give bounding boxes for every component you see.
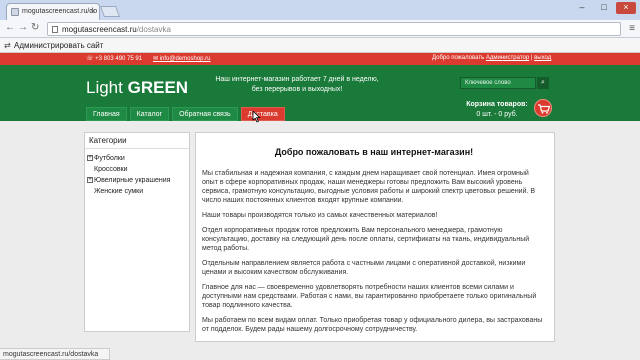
menu-item-home[interactable]: Главная — [86, 107, 127, 121]
admin-bar: ⇄ Администрировать сайт — [0, 38, 640, 53]
expand-icon[interactable]: + — [87, 177, 93, 183]
url-path: /dostavka — [136, 25, 171, 34]
page-favicon-icon — [11, 8, 19, 16]
forward-icon[interactable]: → — [18, 22, 28, 33]
menu-item-feedback[interactable]: Обратная связь — [172, 107, 238, 121]
back-icon[interactable]: ← — [5, 22, 15, 33]
content-paragraph: Наши товары производятся только из самых… — [202, 212, 438, 219]
site-logo[interactable]: Light GREEN — [86, 78, 188, 98]
content-paragraph: Главное для нас — своевременно удовлетво… — [202, 284, 537, 309]
main-content: Добро пожаловать в наш интернет-магазин!… — [195, 132, 555, 342]
expand-icon[interactable]: + — [87, 155, 93, 161]
category-item-jewelry[interactable]: + Ювелирные украшения — [85, 175, 189, 186]
mouse-pointer-icon — [252, 111, 261, 123]
admin-arrow-icon: ⇄ — [4, 41, 11, 50]
new-tab-button[interactable] — [99, 6, 121, 17]
menu-item-delivery[interactable]: Доставка — [240, 107, 285, 121]
tab-title: mogutascreencast.ru/do — [22, 8, 98, 15]
minimize-icon[interactable]: – — [572, 2, 592, 14]
category-item-sneakers[interactable]: Кроссовки — [85, 164, 189, 175]
category-item-tshirts[interactable]: + Футболки — [85, 153, 189, 164]
page-icon — [52, 26, 58, 33]
content-paragraph: Мы стабильная и надежная компания, с каж… — [202, 170, 536, 204]
cart-icon[interactable] — [534, 99, 552, 117]
content-paragraph: Отдел корпоративных продаж готов предлож… — [202, 227, 530, 252]
content-paragraph: Отдельным направлением является работа с… — [202, 260, 526, 276]
address-bar[interactable]: mogutascreencast.ru/dostavka — [47, 22, 621, 36]
cart-info[interactable]: Корзина товаров: 0 шт. - 0 руб. — [463, 100, 531, 120]
maximize-icon[interactable]: □ — [594, 2, 614, 14]
categories-sidebar: Категории + Футболки Кроссовки + Ювелирн… — [84, 132, 190, 332]
category-item-bags[interactable]: Женские сумки — [85, 186, 189, 197]
cart-title: Корзина товаров: — [466, 101, 528, 108]
browser-tab[interactable]: mogutascreencast.ru/do × — [6, 3, 100, 20]
content-paragraph: Мы работаем по всем видам оплат. Только … — [202, 317, 543, 333]
reload-icon[interactable]: ↻ — [31, 22, 39, 33]
admin-link[interactable]: Администрировать сайт — [14, 41, 103, 50]
status-bar: mogutascreencast.ru/dostavka — [0, 348, 110, 360]
tagline: Наш интернет-магазин работает 7 дней в н… — [215, 76, 379, 93]
window-controls: – □ × — [572, 2, 636, 14]
window-close-icon[interactable]: × — [616, 2, 636, 14]
email-link[interactable]: ✉ info@demoshop.ru — [153, 55, 211, 62]
sidebar-title: Категории — [85, 133, 189, 149]
admin-user-link[interactable]: Администратор — [486, 55, 529, 61]
tab-strip: mogutascreencast.ru/do × – □ × — [0, 0, 640, 20]
browser-toolbar: ← → ↻ mogutascreencast.ru/dostavka ≡ — [0, 20, 640, 38]
cart-summary: 0 шт. - 0 руб. — [476, 111, 518, 118]
welcome-text: Добро пожаловать Администратор | выход — [432, 55, 552, 61]
site-top-bar: ☏ +3 803 490 75 91 ✉ info@demoshop.ru До… — [0, 53, 640, 65]
page-title: Добро пожаловать в наш интернет-магазин! — [274, 147, 474, 157]
browser-menu-icon[interactable]: ≡ — [629, 23, 635, 34]
phone-number: ☏ +3 803 490 75 91 — [86, 56, 143, 62]
logout-link[interactable]: выход — [534, 55, 551, 61]
site-header: Light GREEN Наш интернет-магазин работае… — [0, 65, 640, 121]
menu-item-catalog[interactable]: Каталог — [129, 107, 170, 121]
tab-close-icon[interactable]: × — [90, 7, 95, 16]
search-icon[interactable]: ⌕ — [537, 77, 549, 89]
url-host: mogutascreencast.ru — [62, 25, 137, 34]
search-input[interactable]: Ключевое слово — [460, 77, 536, 89]
